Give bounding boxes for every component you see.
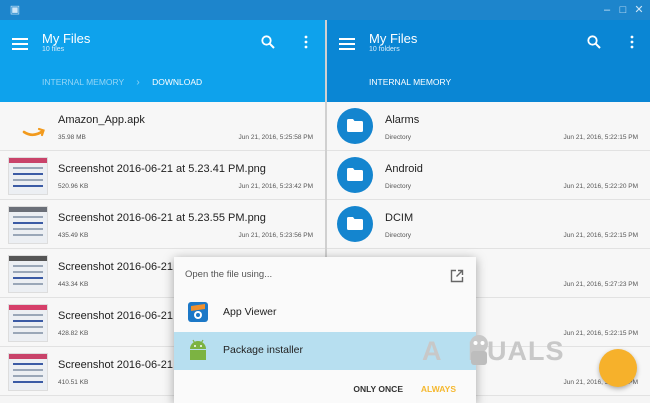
file-size: 520.96 KB <box>58 183 89 190</box>
search-icon[interactable] <box>587 35 601 49</box>
pane-title: My Files <box>42 31 91 46</box>
file-name: Screenshot 2016-06-21 at 5.23.55 PM.png <box>58 212 266 224</box>
file-name: Screenshot 2016-06-21 <box>58 359 173 371</box>
folder-icon <box>337 108 373 144</box>
file-size: 428.82 KB <box>58 330 89 337</box>
screenshot-thumbnail <box>8 304 48 342</box>
folder-date: Jun 21, 2016, 5:27:23 PM <box>563 281 638 288</box>
screenshot-thumbnail <box>8 206 48 244</box>
file-date: Jun 21, 2016, 5:25:58 PM <box>238 134 313 141</box>
file-name: Amazon_App.apk <box>58 114 145 126</box>
breadcrumb-download[interactable]: DOWNLOAD <box>152 77 202 87</box>
folder-name: DCIM <box>385 212 414 224</box>
screenshot-thumbnail <box>8 255 48 293</box>
folder-type: Directory <box>385 134 412 141</box>
pane-subtitle: 10 files <box>42 46 65 53</box>
window-titlebar: ▣ – □ ✕ <box>0 0 650 20</box>
menu-icon[interactable] <box>339 38 355 50</box>
breadcrumb-chevron-icon: › <box>136 77 140 88</box>
minimize-icon[interactable]: – <box>600 3 614 17</box>
app-option-label: Package installer <box>223 344 303 356</box>
file-name: Screenshot 2016-06-21 <box>58 310 173 322</box>
file-name: Screenshot 2016-06-21 at 5.23.41 PM.png <box>58 163 266 175</box>
android-icon <box>190 339 206 360</box>
folder-date: Jun 21, 2016, 5:22:15 PM <box>563 134 638 141</box>
file-size: 410.51 KB <box>58 379 89 386</box>
close-icon[interactable]: ✕ <box>632 3 646 17</box>
list-item[interactable]: Alarms Directory Jun 21, 2016, 5:22:15 P… <box>327 102 650 151</box>
app-option-app-viewer[interactable]: App Viewer <box>174 294 476 332</box>
list-item[interactable]: Amazon_App.apk 35.98 MB Jun 21, 2016, 5:… <box>0 102 325 151</box>
file-size: 443.34 KB <box>58 281 89 288</box>
watermark-mascot-icon <box>470 335 488 365</box>
breadcrumb-internal-memory[interactable]: INTERNAL MEMORY <box>42 77 124 87</box>
file-date: Jun 21, 2016, 5:23:42 PM <box>238 183 313 190</box>
folder-icon <box>337 157 373 193</box>
app-icon: ▣ <box>9 4 21 16</box>
folder-type: Directory <box>385 232 412 239</box>
more-options-icon[interactable] <box>304 35 308 49</box>
only-once-button[interactable]: ONLY ONCE <box>353 384 403 394</box>
menu-icon[interactable] <box>12 38 28 50</box>
floating-action-button[interactable] <box>599 349 637 387</box>
pane-subtitle: 10 folders <box>369 46 400 53</box>
pane-title: My Files <box>369 31 418 46</box>
list-item[interactable]: Screenshot 2016-06-21 at 5.23.55 PM.png … <box>0 200 325 249</box>
list-item[interactable]: DCIM Directory Jun 21, 2016, 5:22:15 PM <box>327 200 650 249</box>
screenshot-thumbnail <box>8 353 48 391</box>
open-with-dialog: Open the file using... App Viewer Packag… <box>174 257 476 403</box>
file-size: 35.98 MB <box>58 134 86 141</box>
watermark-logo: A​ PUALS <box>422 336 565 366</box>
folder-date: Jun 21, 2016, 5:22:15 PM <box>563 232 638 239</box>
search-icon[interactable] <box>261 35 275 49</box>
app-viewer-icon <box>188 302 208 322</box>
folder-type: Directory <box>385 183 412 190</box>
file-name: Screenshot 2016-06-21 <box>58 261 173 273</box>
file-date: Jun 21, 2016, 5:23:56 PM <box>238 232 313 239</box>
amazon-icon <box>22 127 45 137</box>
list-item[interactable]: Android Directory Jun 21, 2016, 5:22:20 … <box>327 151 650 200</box>
left-app-bar: My Files 10 files INTERNAL MEMORY › DOWN… <box>0 20 325 102</box>
screenshot-thumbnail <box>8 157 48 195</box>
right-app-bar: My Files 10 folders INTERNAL MEMORY <box>327 20 650 102</box>
open-external-icon[interactable] <box>450 269 464 283</box>
breadcrumb: INTERNAL MEMORY <box>369 77 451 87</box>
folder-name: Android <box>385 163 423 175</box>
list-item[interactable]: Screenshot 2016-06-21 at 5.23.41 PM.png … <box>0 151 325 200</box>
folder-icon <box>337 206 373 242</box>
more-options-icon[interactable] <box>630 35 634 49</box>
folder-name: Alarms <box>385 114 420 126</box>
maximize-icon[interactable]: □ <box>616 3 630 17</box>
folder-date: Jun 21, 2016, 5:22:15 PM <box>563 330 638 337</box>
breadcrumb: INTERNAL MEMORY › DOWNLOAD <box>42 77 202 88</box>
folder-date: Jun 21, 2016, 5:22:20 PM <box>563 183 638 190</box>
file-size: 435.49 KB <box>58 232 89 239</box>
dialog-title: Open the file using... <box>185 269 273 280</box>
breadcrumb-internal-memory[interactable]: INTERNAL MEMORY <box>369 77 451 87</box>
app-option-label: App Viewer <box>223 306 277 318</box>
always-button[interactable]: ALWAYS <box>421 384 456 394</box>
